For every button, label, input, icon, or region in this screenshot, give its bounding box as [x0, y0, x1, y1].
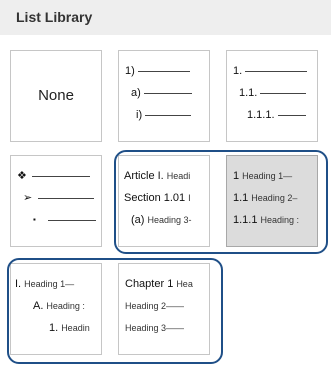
list-style-heading-numbered[interactable]: 1 Heading 1— 1.1 Heading 2– 1.1.1 Heading : — [226, 155, 318, 247]
list-level-3: ▪ — [33, 214, 96, 226]
list-style-numbered-decimal[interactable]: 1. 1.1. 1.1.1. — [226, 50, 318, 142]
list-level-1: I. Heading 1— — [15, 278, 75, 290]
list-style-article-section[interactable]: Article I. Headi Section 1.01 I (a) Heading… — [118, 155, 210, 247]
none-label: None — [38, 87, 74, 104]
list-style-numbered-paren[interactable]: 1) a) i) — [118, 50, 210, 142]
square-bullet-icon: ▪ — [33, 215, 36, 224]
list-level-3: 1.1.1 Heading : — [233, 214, 299, 226]
list-level-1: ❖ — [17, 170, 90, 182]
list-level-2: a) — [131, 87, 192, 99]
list-level-3: 1. Headin — [49, 322, 90, 334]
list-level-3: 1.1.1. — [247, 109, 306, 121]
list-level-1: 1. — [233, 65, 308, 77]
list-style-roman-heading[interactable]: I. Heading 1— A. Heading : 1. Headin — [10, 263, 102, 355]
list-level-2: Heading 2—— — [125, 301, 185, 311]
list-style-chapter-heading[interactable]: Chapter 1 Hea Heading 2—— Heading 3—— — [118, 263, 210, 355]
list-level-3: (a) Heading 3- — [131, 214, 192, 226]
list-level-2: 1.1 Heading 2– — [233, 192, 298, 204]
list-library-title: List Library — [16, 9, 93, 25]
list-level-3: Heading 3—— — [125, 323, 185, 333]
list-style-bullets[interactable]: ❖ ➢ ▪ — [10, 155, 102, 247]
arrow-bullet-icon: ➢ — [23, 192, 33, 204]
list-library-header: List Library — [0, 0, 331, 35]
list-level-1: Chapter 1 Hea — [125, 278, 193, 290]
list-level-3: i) — [136, 109, 192, 121]
diamond-bullet-icon: ❖ — [17, 170, 27, 182]
list-level-1: 1 Heading 1— — [233, 170, 293, 182]
list-level-2: Section 1.01 I — [124, 192, 191, 204]
list-level-2: ➢ — [23, 192, 94, 204]
list-level-2: 1.1. — [239, 87, 307, 99]
list-level-1: Article I. Headi — [124, 170, 191, 182]
list-style-none[interactable]: None — [10, 50, 102, 142]
list-level-2: A. Heading : — [33, 300, 85, 312]
list-level-1: 1) — [125, 65, 190, 77]
